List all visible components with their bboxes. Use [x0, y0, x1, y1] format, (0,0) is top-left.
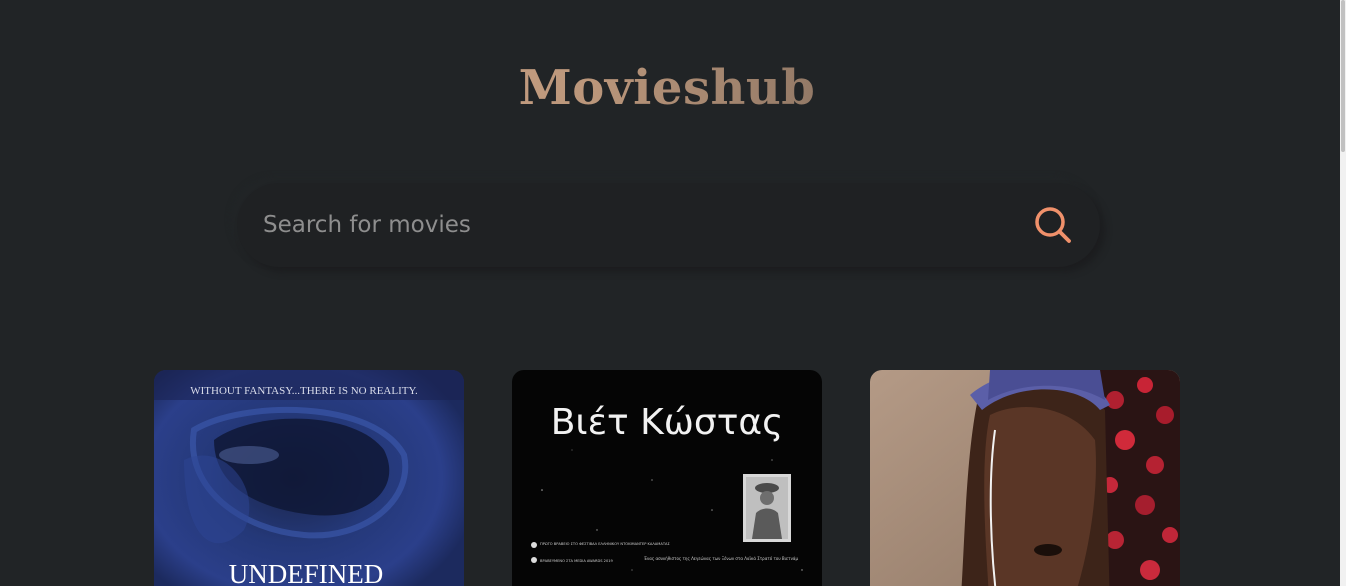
movie-poster: Βιέτ Κώστας ΠΡΩΤΟ ΒΡΑΒΕΙΟ ΣΤΟ ΦΕΣΤΙΒΑΛ Ε…	[512, 370, 822, 586]
app-root: Movieshub Search for movies WITHOUT FANT…	[0, 0, 1340, 586]
scrollbar-thumb[interactable]	[1341, 0, 1345, 152]
movie-card[interactable]	[870, 370, 1180, 586]
poster-credit: Ένας ασυνήθιστος της Λεγεώνας των Ξένων …	[643, 556, 798, 561]
page-scrollbar[interactable]	[1340, 0, 1346, 586]
poster-credit: ΒΡΑΒΕΥΜΕΝΟ ΣΤΑ MEDIA AWARDS 2019	[540, 559, 614, 563]
movie-poster	[870, 370, 1180, 586]
poster-credit: ΠΡΩΤΟ ΒΡΑΒΕΙΟ ΣΤΟ ΦΕΣΤΙΒΑΛ ΕΛΛΗΝΙΚΟΥ ΝΤΟ…	[540, 542, 670, 546]
poster-tagline: WITHOUT FANTASY...THERE IS NO REALITY.	[190, 385, 418, 397]
movie-card[interactable]: WITHOUT FANTASY...THERE IS NO REALITY. U…	[154, 370, 464, 586]
poster-title: Βιέτ Κώστας	[551, 402, 784, 443]
movie-list: WITHOUT FANTASY...THERE IS NO REALITY. U…	[0, 0, 1340, 586]
movie-poster: WITHOUT FANTASY...THERE IS NO REALITY. U…	[154, 370, 464, 586]
movie-card[interactable]: Βιέτ Κώστας ΠΡΩΤΟ ΒΡΑΒΕΙΟ ΣΤΟ ΦΕΣΤΙΒΑΛ Ε…	[512, 370, 822, 586]
poster-title: UNDEFINED	[229, 559, 384, 586]
